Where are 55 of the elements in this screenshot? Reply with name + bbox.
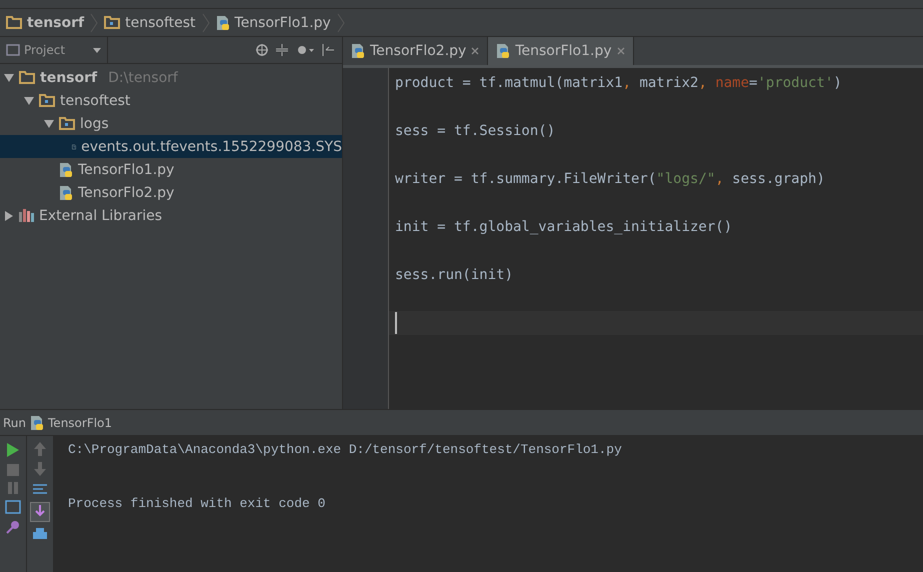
breadcrumb-item[interactable]: tensorf [6, 14, 84, 30]
tree-item[interactable]: tensorf D:\tensorf [0, 66, 342, 89]
breadcrumb-item[interactable]: TensorFlo1.py [216, 14, 331, 30]
project-icon [6, 44, 20, 56]
folder-icon [104, 16, 120, 29]
library-icon [19, 209, 34, 222]
tree-item[interactable]: External Libraries [0, 204, 342, 227]
caret-icon [93, 48, 101, 52]
tree-item[interactable]: tensoftest [0, 89, 342, 112]
python-file-icon [30, 414, 44, 430]
layout-icon[interactable] [5, 500, 21, 514]
chevron-icon [90, 12, 98, 32]
chevron-icon [336, 12, 345, 32]
collapse-arrow-icon[interactable] [24, 96, 34, 106]
python-file-icon [59, 184, 73, 200]
chevron-icon [202, 12, 210, 32]
pin-icon[interactable] [6, 520, 20, 534]
print-icon[interactable] [32, 528, 48, 542]
python-file-icon [496, 43, 510, 59]
wrap-icon[interactable] [32, 482, 48, 496]
close-icon[interactable] [616, 47, 625, 55]
collapse-all-icon[interactable] [276, 44, 288, 56]
run-panel-title: Run [3, 416, 26, 430]
folder-icon [59, 117, 75, 130]
breadcrumb-item[interactable]: tensoftest [104, 14, 196, 30]
run-icon[interactable] [6, 442, 20, 458]
text-cursor [395, 312, 397, 334]
collapse-arrow-icon[interactable] [44, 118, 54, 128]
crosshair-icon[interactable] [256, 44, 268, 56]
tree-item[interactable]: TensorFlo1.py [0, 158, 342, 181]
code-line: product = tf.matmul(matrix1, matrix2, name='product') [395, 75, 842, 91]
console-output: Process finished with exit code 0 [68, 496, 326, 513]
close-icon[interactable] [471, 47, 480, 55]
python-file-icon [216, 14, 230, 30]
python-file-icon [59, 162, 73, 178]
editor-tab[interactable]: TensorFlo1.py [488, 37, 634, 65]
hide-panel-icon[interactable] [322, 44, 334, 56]
console-output: C:\ProgramData\Anaconda3\python.exe D:/tensorf/tensoftest/TensorFlo1.py [68, 442, 623, 459]
folder-icon [39, 94, 55, 107]
code-line: init = tf.global_variables_initializer() [395, 219, 732, 235]
scroll-to-end-icon[interactable] [30, 502, 50, 522]
tree-item[interactable]: events.out.tfevents.1552299083.SYS [0, 135, 342, 158]
python-file-icon [351, 43, 365, 59]
path-label: D:\tensorf [108, 70, 178, 86]
code-line: sess = tf.Session() [395, 123, 556, 139]
folder-icon [19, 71, 35, 84]
project-view-dropdown[interactable]: Project [0, 37, 108, 63]
expand-arrow-icon[interactable] [4, 210, 14, 220]
collapse-arrow-icon[interactable] [4, 72, 14, 82]
tree-item[interactable]: logs [0, 112, 342, 135]
code-line: sess.run(init) [395, 267, 514, 283]
folder-icon [6, 16, 22, 29]
run-config-label: TensorFlo1 [48, 416, 112, 430]
code-line: writer = tf.summary.FileWriter("logs/", sess.graph) [395, 171, 825, 187]
tree-item[interactable]: TensorFlo2.py [0, 181, 342, 204]
